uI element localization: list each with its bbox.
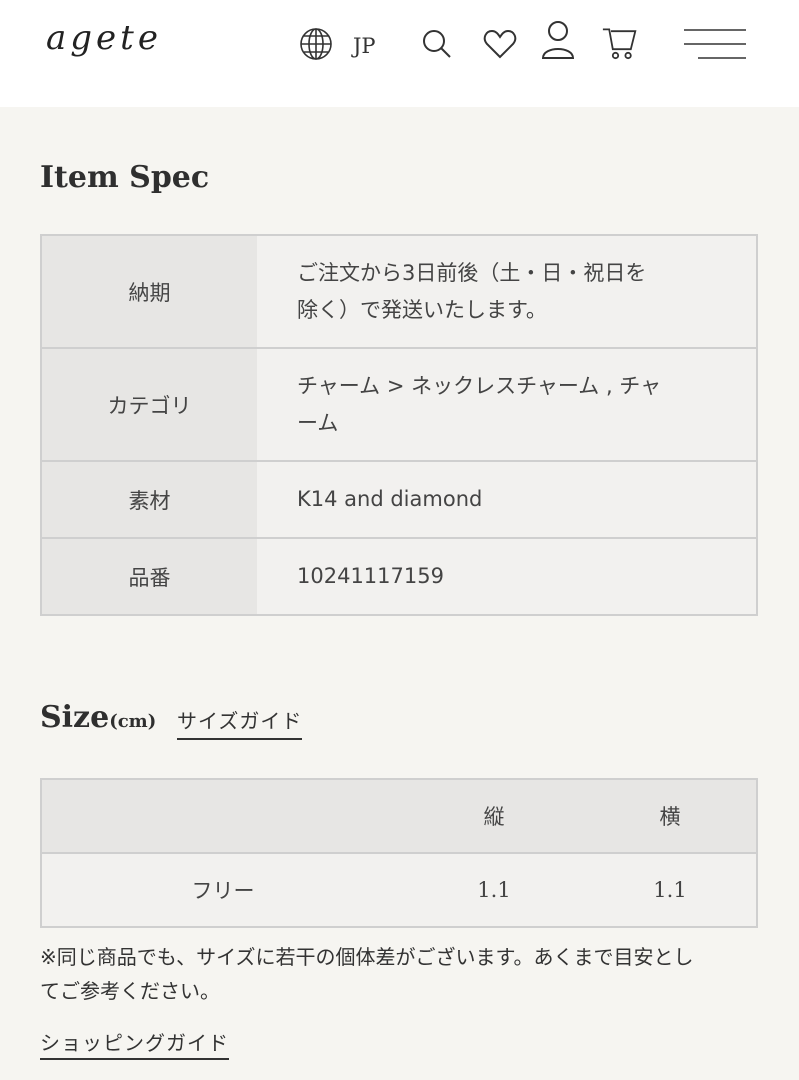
spec-value: K14 and diamond [257,460,757,538]
globe-icon[interactable] [298,26,334,62]
size-title-text: Size [40,700,110,735]
size-row-width: 1.1 [584,852,757,927]
shopping-guide-link[interactable]: ショッピングガイド [40,1027,229,1060]
size-note: ※同じ商品でも、サイズに若干の個体差がございます。あくまで目安とし てご参考くだ… [40,940,765,1008]
size-header-row: 縦 横 [41,779,757,853]
spec-key: 納期 [41,235,257,348]
size-header-width: 横 [584,779,757,853]
menu-icon[interactable] [684,26,746,62]
table-row: カテゴリ チャーム > ネックレスチャーム , チャ ーム [41,347,757,461]
brand-logo[interactable]: agete [46,18,162,58]
spec-key: 品番 [41,537,257,615]
size-note-line: ※同じ商品でも、サイズに若干の個体差がございます。あくまで目安とし [40,945,694,969]
size-note-line: てご参考ください。 [40,979,220,1003]
language-selector[interactable]: JP [353,34,376,58]
size-guide-link[interactable]: サイズガイド [177,705,303,740]
table-row: 素材 K14 and diamond [41,460,757,538]
item-spec-title: Item Spec [40,160,210,195]
spec-value-line: 10241117159 [297,564,444,588]
spec-key: 素材 [41,460,257,538]
spec-key: カテゴリ [41,347,257,461]
spec-value: 10241117159 [257,537,757,615]
size-header-height: 縦 [404,779,584,853]
user-icon[interactable] [540,21,576,59]
item-spec-table: 納期 ご注文から3日前後（土・日・祝日を 除く）で発送いたします。 カテゴリ チ… [40,234,758,616]
size-header-label [41,779,404,853]
search-icon[interactable] [418,26,454,62]
spec-value-line: K14 and diamond [297,487,483,511]
table-row: 納期 ご注文から3日前後（土・日・祝日を 除く）で発送いたします。 [41,235,757,348]
spec-value-line: 除く）で発送いたします。 [297,297,547,322]
spec-value-line: ご注文から3日前後（土・日・祝日を [297,260,647,285]
size-row-height: 1.1 [404,852,584,927]
size-row-label: フリー [41,852,404,927]
table-row: 品番 10241117159 [41,537,757,615]
heart-icon[interactable] [482,26,518,62]
spec-value: ご注文から3日前後（土・日・祝日を 除く）で発送いたします。 [257,235,757,348]
spec-value: チャーム > ネックレスチャーム , チャ ーム [257,347,757,461]
spec-value-line: チャーム > ネックレスチャーム , チャ [297,373,662,398]
site-header: agete JP [0,0,799,107]
cart-icon[interactable] [602,24,638,60]
table-row: フリー 1.1 1.1 [41,852,757,927]
size-unit: (cm) [109,711,157,732]
size-title: Size(cm) [40,700,156,735]
spec-value-line: ーム [297,410,339,435]
size-table: 縦 横 フリー 1.1 1.1 [40,778,758,928]
